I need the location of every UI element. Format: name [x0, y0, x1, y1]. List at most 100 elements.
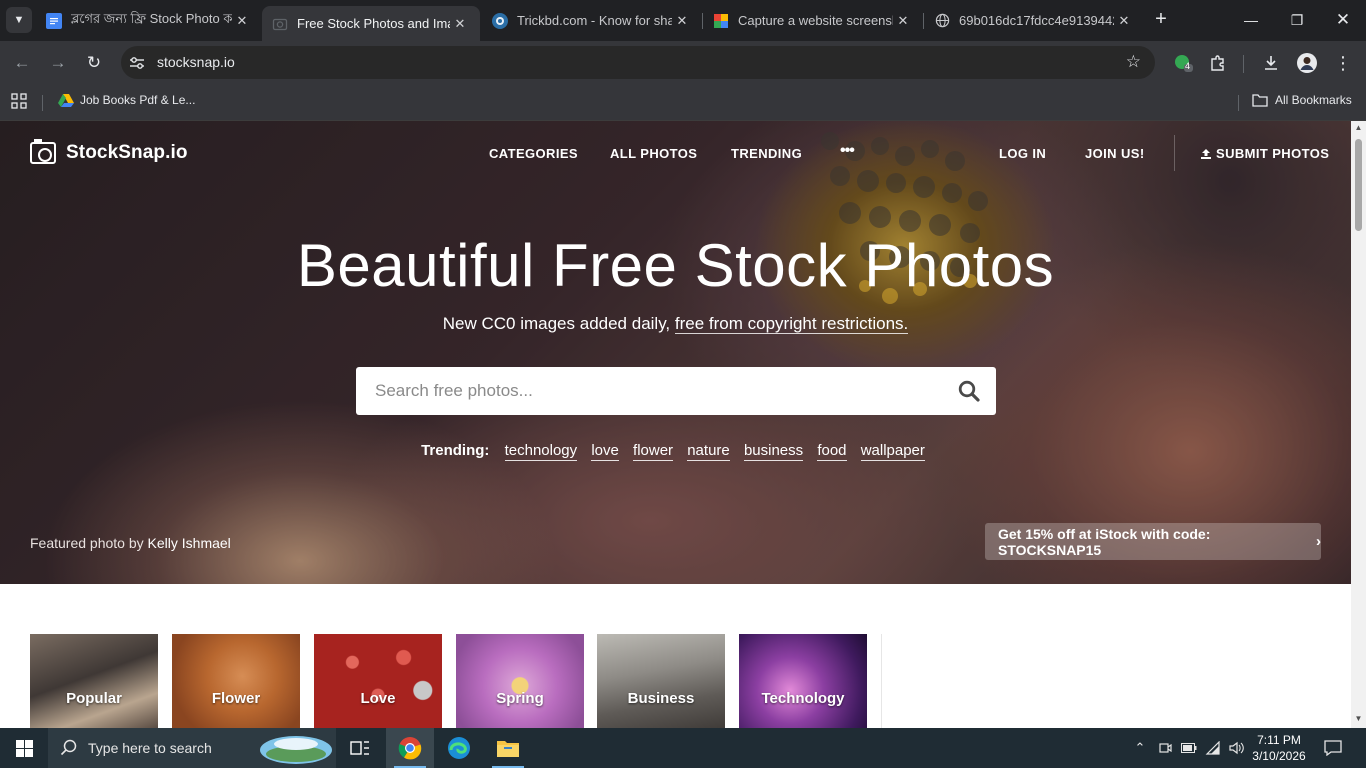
close-tab-icon[interactable]: ✕ [672, 13, 692, 29]
category-divider [881, 634, 882, 728]
scroll-up-icon[interactable]: ▲ [1353, 123, 1364, 132]
url-text: stocksnap.io [157, 54, 235, 70]
network-icon[interactable] [1202, 728, 1224, 768]
clock-date: 3/10/2026 [1252, 749, 1306, 763]
task-view-icon[interactable] [336, 728, 384, 768]
nav-submit-photos[interactable]: SUBMIT PHOTOS [1200, 146, 1329, 161]
folder-icon [1252, 94, 1268, 107]
category-tile-love[interactable]: Love [314, 634, 442, 728]
tab-title: Trickbd.com - Know for shar [517, 13, 672, 28]
istock-promo-button[interactable]: Get 15% off at iStock with code: STOCKSN… [985, 523, 1321, 560]
trending-tag[interactable]: nature [687, 442, 730, 461]
extension-badge-count: 4 [1185, 61, 1191, 71]
address-bar[interactable]: stocksnap.io ☆ [121, 46, 1155, 79]
close-tab-icon[interactable]: ✕ [893, 13, 913, 29]
bookmark-star-icon[interactable]: ☆ [1126, 52, 1141, 72]
minimize-icon[interactable]: — [1228, 0, 1274, 40]
trending-tag[interactable]: technology [504, 442, 578, 461]
trending-tag[interactable]: food [817, 442, 847, 461]
tab-globe[interactable]: 69b016dc17fdcc4e91394421 ✕ [924, 6, 1144, 35]
taskbar-search-box[interactable]: Type here to search [48, 728, 336, 768]
forward-icon[interactable]: → [45, 50, 71, 76]
tab-screenshot[interactable]: Capture a website screensho ✕ [703, 6, 923, 35]
trending-tag[interactable]: flower [633, 442, 674, 461]
close-window-icon[interactable]: ✕ [1320, 0, 1366, 40]
tab-title: Capture a website screensho [738, 13, 893, 28]
site-logo[interactable]: StockSnap.io [30, 139, 188, 164]
download-icon[interactable] [1259, 51, 1283, 75]
bookmarks-bar: Job Books Pdf & Le... All Bookmarks [0, 85, 1366, 121]
edge-taskbar-icon[interactable] [435, 728, 483, 768]
windows-start-icon[interactable] [0, 728, 48, 768]
tab-docs[interactable]: ব্লগের জন্য ফ্রি Stock Photo ক ✕ [36, 6, 262, 35]
search-icon[interactable] [958, 380, 980, 402]
nav-trending[interactable]: TRENDING [731, 146, 802, 161]
reload-icon[interactable]: ↻ [81, 50, 107, 76]
category-label: Spring [496, 689, 544, 707]
category-tile-business[interactable]: Business [597, 634, 725, 728]
nav-categories[interactable]: CATEGORIES [489, 146, 578, 161]
apps-grid-icon[interactable] [11, 93, 27, 109]
featured-author-link[interactable]: Kelly Ishmael [148, 535, 231, 551]
photo-search-box [356, 367, 996, 415]
nav-all-photos[interactable]: ALL PHOTOS [610, 146, 697, 161]
bookmark-job-books[interactable]: Job Books Pdf & Le... [58, 93, 195, 107]
scroll-down-icon[interactable]: ▼ [1353, 714, 1364, 723]
trending-tag[interactable]: love [591, 442, 619, 461]
tab-title: Free Stock Photos and Image [297, 16, 450, 31]
menu-kebab-icon[interactable]: ⋮ [1331, 51, 1355, 75]
trending-label: Trending: [421, 442, 490, 459]
restore-icon[interactable]: ❐ [1274, 0, 1320, 40]
extensions-puzzle-icon[interactable] [1206, 51, 1230, 75]
hero-subtitle: New CC0 images added daily, free from co… [0, 314, 1351, 334]
category-tile-flower[interactable]: Flower [172, 634, 300, 728]
submit-label: SUBMIT PHOTOS [1216, 146, 1330, 161]
featured-credit: Featured photo by Kelly Ishmael [30, 535, 231, 551]
search-input[interactable] [356, 367, 936, 415]
meet-now-icon[interactable] [1154, 728, 1176, 768]
chrome-taskbar-icon[interactable] [386, 728, 434, 768]
scroll-thumb[interactable] [1355, 139, 1362, 231]
nav-divider [1174, 135, 1175, 171]
tray-chevron-up-icon[interactable]: ⌃ [1130, 728, 1150, 768]
notifications-icon[interactable] [1318, 728, 1348, 768]
site-info-icon[interactable] [128, 54, 146, 72]
docs-icon [46, 12, 62, 29]
close-tab-icon[interactable]: ✕ [232, 13, 252, 29]
trending-tag[interactable]: business [743, 442, 804, 461]
copyright-link[interactable]: free from copyright restrictions. [674, 314, 909, 334]
battery-icon[interactable] [1178, 728, 1200, 768]
tab-stocksnap[interactable]: Free Stock Photos and Image ✕ [262, 6, 480, 41]
tab-title: 69b016dc17fdcc4e91394421 [959, 13, 1114, 28]
stocksnap-icon [272, 16, 288, 32]
tab-trickbd[interactable]: Trickbd.com - Know for shar ✕ [482, 6, 702, 35]
screenshot-icon [713, 13, 729, 29]
nav-join[interactable]: JOIN US! [1085, 146, 1145, 161]
promo-text: Get 15% off at iStock with code: STOCKSN… [998, 525, 1211, 558]
nav-more-icon[interactable]: ••• [840, 142, 855, 160]
extension-icon-badge[interactable]: 4 [1171, 51, 1195, 75]
category-tile-spring[interactable]: Spring [456, 634, 584, 728]
profile-avatar[interactable] [1295, 51, 1319, 75]
new-tab-button[interactable]: + [1150, 8, 1172, 30]
camera-icon [30, 139, 56, 164]
globe-icon [934, 13, 950, 29]
taskbar-clock[interactable]: 7:11 PM 3/10/2026 [1246, 732, 1312, 764]
taskbar-search-placeholder: Type here to search [88, 740, 212, 756]
category-tile-popular[interactable]: Popular [30, 634, 158, 728]
tab-search-button[interactable]: ▼ [6, 7, 32, 33]
close-tab-icon[interactable]: ✕ [1114, 13, 1134, 29]
all-bookmarks-label: All Bookmarks [1275, 93, 1352, 107]
logo-text: StockSnap.io [66, 142, 188, 163]
hero-overlay [0, 121, 1351, 584]
file-explorer-icon[interactable] [484, 728, 532, 768]
page-scrollbar[interactable]: ▲ ▼ [1351, 121, 1366, 728]
all-bookmarks[interactable]: All Bookmarks [1252, 93, 1352, 107]
nav-login[interactable]: LOG IN [999, 146, 1046, 161]
back-icon[interactable]: ← [9, 50, 35, 76]
volume-icon[interactable] [1226, 728, 1248, 768]
category-tile-technology[interactable]: Technology [739, 634, 867, 728]
trending-tag[interactable]: wallpaper [860, 442, 925, 461]
close-tab-icon[interactable]: ✕ [450, 16, 470, 32]
subtitle-text: New CC0 images added daily, [442, 314, 675, 333]
